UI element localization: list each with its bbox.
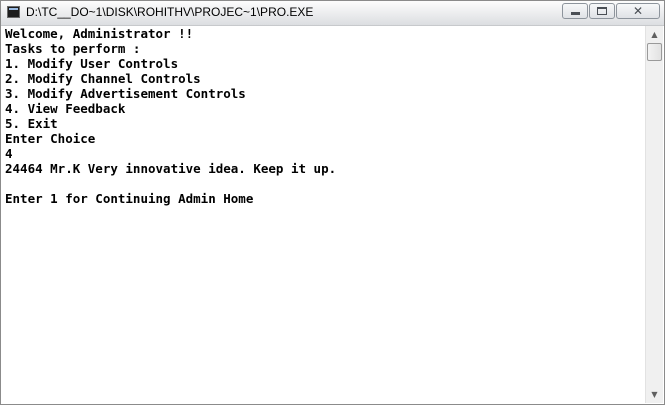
close-button[interactable]: ✕ bbox=[616, 3, 660, 19]
maximize-button[interactable] bbox=[589, 3, 615, 19]
minimize-button[interactable] bbox=[562, 3, 588, 19]
console-output[interactable]: Welcome, Administrator !! Tasks to perfo… bbox=[3, 26, 644, 401]
console-line: Welcome, Administrator !! bbox=[5, 26, 194, 41]
window-title: D:\TC__DO~1\DISK\ROHITHV\PROJEC~1\PRO.EX… bbox=[26, 5, 314, 19]
console-line: 4. View Feedback bbox=[5, 101, 126, 116]
minimize-icon bbox=[571, 12, 580, 15]
scroll-thumb[interactable] bbox=[647, 43, 662, 61]
console-line: 1. Modify User Controls bbox=[5, 56, 179, 71]
title-bar[interactable]: D:\TC__DO~1\DISK\ROHITHV\PROJEC~1\PRO.EX… bbox=[1, 1, 664, 26]
console-app-icon[interactable] bbox=[7, 6, 20, 18]
console-window: D:\TC__DO~1\DISK\ROHITHV\PROJEC~1\PRO.EX… bbox=[0, 0, 665, 405]
maximize-icon bbox=[597, 7, 607, 15]
console-line: 2. Modify Channel Controls bbox=[5, 71, 201, 86]
console-line: Enter Choice bbox=[5, 131, 96, 146]
close-icon: ✕ bbox=[632, 4, 644, 18]
console-line: Enter 1 for Continuing Admin Home bbox=[5, 191, 254, 206]
scroll-up-arrow-icon[interactable]: ▲ bbox=[646, 26, 663, 43]
console-line: 24464 Mr.K Very innovative idea. Keep it… bbox=[5, 161, 337, 176]
console-line: Tasks to perform : bbox=[5, 41, 141, 56]
scroll-down-arrow-icon[interactable]: ▼ bbox=[646, 386, 663, 403]
console-line: 4 bbox=[5, 146, 13, 161]
console-line: 3. Modify Advertisement Controls bbox=[5, 86, 246, 101]
vertical-scrollbar[interactable]: ▲ ▼ bbox=[645, 26, 663, 403]
console-line: 5. Exit bbox=[5, 116, 58, 131]
